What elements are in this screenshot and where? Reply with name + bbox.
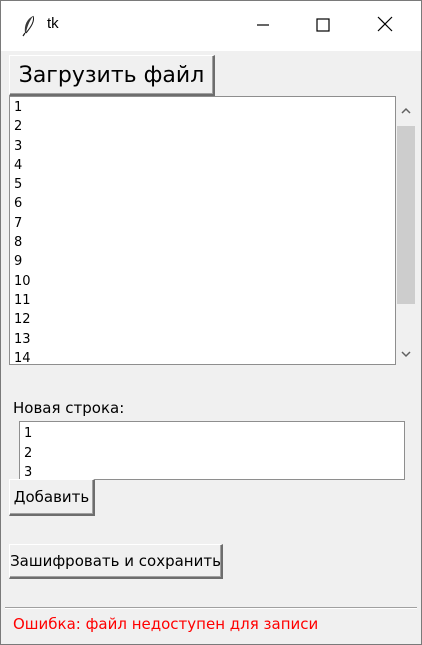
list-item[interactable]: 9 bbox=[14, 252, 395, 271]
list-item[interactable]: 3 bbox=[14, 137, 395, 156]
list-item[interactable]: 7 bbox=[14, 214, 395, 233]
add-button[interactable]: Добавить bbox=[9, 479, 95, 516]
new-line-label: Новая строка: bbox=[13, 399, 125, 417]
chevron-up-icon bbox=[401, 100, 411, 119]
maximize-icon bbox=[316, 17, 330, 36]
chevron-down-icon bbox=[401, 343, 411, 362]
text-line: 1 bbox=[24, 426, 33, 441]
list-item[interactable]: 2 bbox=[14, 117, 395, 136]
load-file-button[interactable]: Загрузить файл bbox=[9, 55, 215, 96]
list-item[interactable]: 5 bbox=[14, 175, 395, 194]
list-item[interactable]: 13 bbox=[14, 330, 395, 349]
list-item[interactable]: 8 bbox=[14, 233, 395, 252]
scroll-down-button[interactable] bbox=[396, 339, 416, 365]
status-message: Ошибка: файл недоступен для записи bbox=[13, 615, 319, 633]
status-separator bbox=[5, 607, 417, 609]
list-item[interactable]: 14 bbox=[14, 349, 395, 364]
minimize-button[interactable] bbox=[233, 1, 293, 51]
feather-icon bbox=[19, 15, 39, 37]
window-title: tk bbox=[47, 15, 59, 32]
list-item[interactable]: 1 bbox=[14, 98, 395, 117]
list-item[interactable]: 12 bbox=[14, 310, 395, 329]
new-line-textbox[interactable]: 1 2 3 bbox=[19, 421, 405, 480]
title-bar[interactable]: tk bbox=[1, 1, 421, 51]
list-item[interactable]: 11 bbox=[14, 291, 395, 310]
encrypt-save-button[interactable]: Зашифровать и сохранить bbox=[9, 544, 223, 579]
scrollbar-thumb[interactable] bbox=[397, 126, 415, 304]
list-item[interactable]: 6 bbox=[14, 194, 395, 213]
close-icon bbox=[377, 16, 393, 36]
minimize-icon bbox=[256, 17, 270, 36]
file-content-listbox[interactable]: 1 2 3 4 5 6 7 8 9 10 11 12 13 14 bbox=[9, 96, 396, 365]
app-window: tk Загрузить файл 1 2 3 4 5 6 7 8 9 10 1… bbox=[0, 0, 422, 645]
text-line: 3 bbox=[24, 465, 33, 480]
list-item[interactable]: 10 bbox=[14, 272, 395, 291]
text-line: 2 bbox=[24, 445, 33, 461]
vertical-scrollbar[interactable] bbox=[396, 96, 416, 365]
list-item[interactable]: 4 bbox=[14, 156, 395, 175]
maximize-button[interactable] bbox=[293, 1, 353, 51]
scroll-up-button[interactable] bbox=[396, 96, 416, 122]
close-button[interactable] bbox=[355, 1, 415, 51]
